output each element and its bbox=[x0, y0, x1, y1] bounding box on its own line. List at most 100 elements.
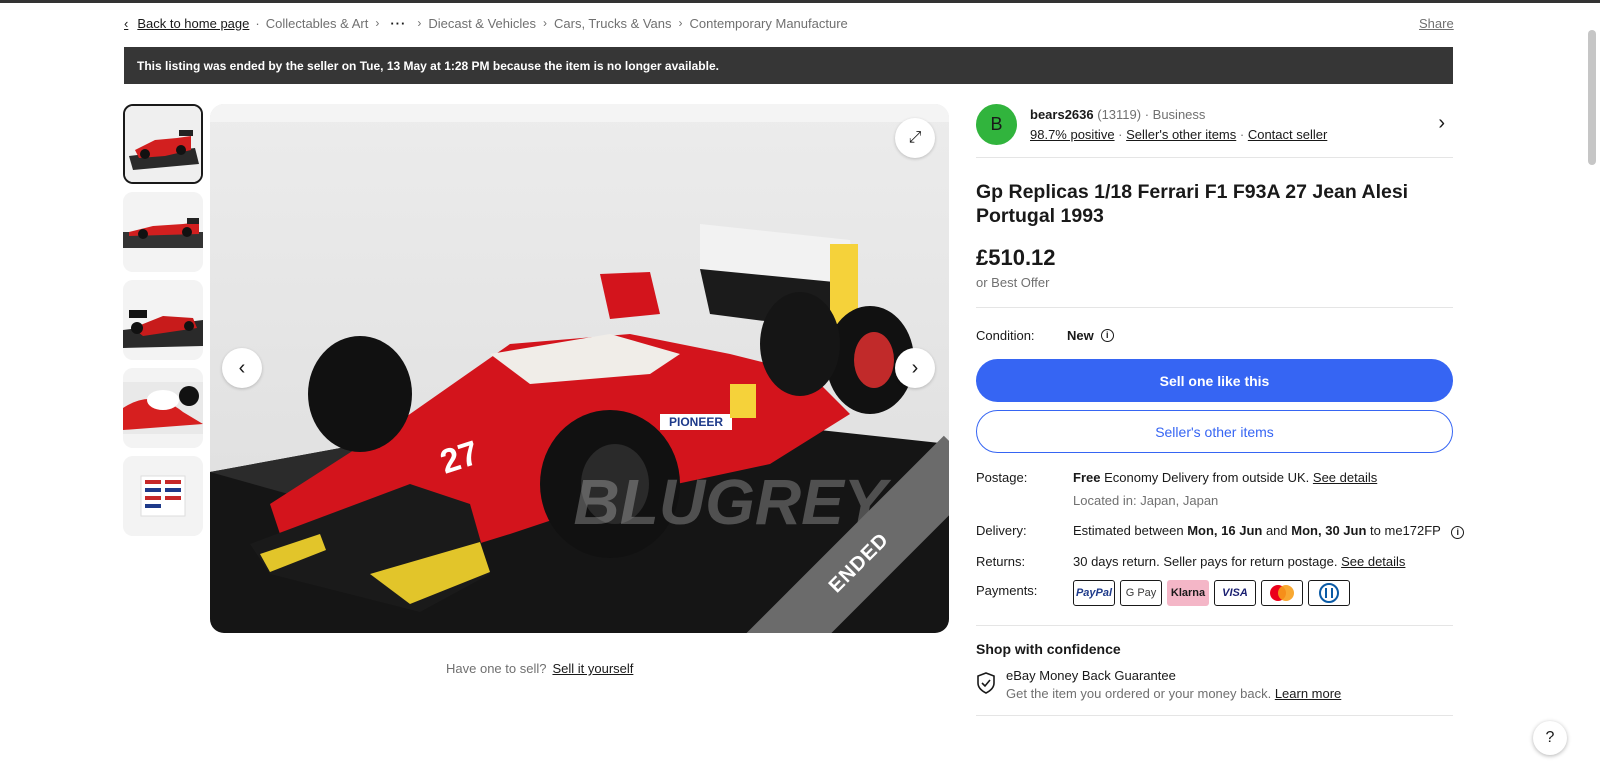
back-to-home-link[interactable]: ‹ Back to home page bbox=[124, 16, 249, 31]
returns-text: 30 days return. Seller pays for return p… bbox=[1073, 554, 1338, 569]
seller-info: bears2636 (13119) · Business bbox=[1030, 107, 1205, 122]
expand-image-button[interactable]: ⤢ bbox=[895, 118, 935, 158]
seller-type: · Business bbox=[1144, 107, 1206, 122]
postage-text: Economy Delivery from outside UK. bbox=[1104, 470, 1310, 485]
delivery-date-start: Mon, 16 Jun bbox=[1187, 523, 1263, 538]
previous-image-button[interactable]: ‹ bbox=[222, 348, 262, 388]
breadcrumb-item-diecast[interactable]: Diecast & Vehicles bbox=[428, 16, 536, 31]
thumbnail-3[interactable] bbox=[123, 280, 203, 360]
info-icon[interactable]: i bbox=[1451, 525, 1465, 539]
listing-ended-banner: This listing was ended by the seller on … bbox=[124, 47, 1453, 84]
learn-more-link[interactable]: Learn more bbox=[1275, 686, 1341, 701]
chevron-right-icon[interactable]: › bbox=[1438, 112, 1445, 135]
condition-label: Condition: bbox=[976, 327, 1035, 343]
watermark-text: BLUGREY bbox=[574, 466, 892, 538]
next-image-button[interactable]: › bbox=[895, 348, 935, 388]
separator-dot: · bbox=[255, 15, 260, 31]
shop-with-confidence-title: Shop with confidence bbox=[976, 641, 1121, 657]
condition-row: Condition: New i bbox=[976, 325, 1453, 345]
thumbnail-5[interactable] bbox=[123, 456, 203, 536]
sell-one-like-this-button[interactable]: Sell one like this bbox=[976, 359, 1453, 402]
scrollbar-thumb[interactable] bbox=[1588, 30, 1596, 165]
thumbnail-4[interactable] bbox=[123, 368, 203, 448]
svg-text:PIONEER: PIONEER bbox=[669, 415, 723, 429]
sell-prompt-text: Have one to sell? bbox=[446, 661, 547, 676]
delivery-label: Delivery: bbox=[976, 523, 1027, 538]
car-thumbnail-image bbox=[123, 368, 203, 448]
main-image-gallery[interactable]: PIONEER 27 BLUGREY ‹ › ⤢ ENDED bbox=[210, 104, 949, 633]
item-location: Located in: Japan, Japan bbox=[1073, 493, 1219, 508]
divider bbox=[976, 715, 1453, 716]
info-icon[interactable]: i bbox=[1100, 328, 1114, 342]
guarantee-text: Get the item you ordered or your money b… bbox=[1006, 686, 1272, 701]
car-thumbnail-image bbox=[125, 106, 201, 182]
help-button[interactable]: ? bbox=[1533, 721, 1567, 755]
returns-see-details-link[interactable]: See details bbox=[1341, 554, 1405, 569]
delivery-prefix: Estimated between bbox=[1073, 523, 1184, 538]
postage-free: Free bbox=[1073, 470, 1101, 485]
item-price: £510.12 bbox=[976, 245, 1056, 270]
delivery-postcode: to me172FP bbox=[1370, 523, 1441, 538]
seller-other-items-link[interactable]: Seller's other items bbox=[1126, 127, 1236, 142]
delivery-and: and bbox=[1265, 523, 1288, 538]
sell-it-yourself-link[interactable]: Sell it yourself bbox=[552, 661, 633, 676]
back-to-home-label[interactable]: Back to home page bbox=[137, 16, 249, 31]
divider bbox=[976, 625, 1453, 626]
delivery-date-end: Mon, 30 Jun bbox=[1291, 523, 1367, 538]
thumbnail-2[interactable] bbox=[123, 192, 203, 272]
sellers-other-items-button[interactable]: Seller's other items bbox=[976, 410, 1453, 453]
returns-row: Returns: 30 days return. Seller pays for… bbox=[976, 554, 1453, 583]
postage-value: Free Economy Delivery from outside UK. S… bbox=[1073, 470, 1377, 485]
breadcrumb-item-cars[interactable]: Cars, Trucks & Vans bbox=[554, 16, 672, 31]
chevron-right-icon: › bbox=[417, 16, 422, 30]
breadcrumb-more-button[interactable]: ··· bbox=[390, 16, 406, 31]
breadcrumb: ‹ Back to home page · Collectables & Art… bbox=[124, 14, 848, 32]
item-details-panel: B bears2636 (13119) · Business 98.7% pos… bbox=[976, 104, 1465, 716]
shield-check-icon bbox=[977, 672, 995, 694]
returns-value: 30 days return. Seller pays for return p… bbox=[1073, 554, 1405, 569]
mastercard-icon bbox=[1261, 580, 1303, 606]
divider bbox=[976, 307, 1453, 308]
positive-feedback-link[interactable]: 98.7% positive bbox=[1030, 127, 1115, 142]
best-offer-text: or Best Offer bbox=[976, 275, 1050, 290]
delivery-value: Estimated between Mon, 16 Jun and Mon, 3… bbox=[1073, 523, 1465, 539]
share-link[interactable]: Share bbox=[1419, 16, 1454, 31]
postage-label: Postage: bbox=[976, 470, 1028, 485]
guarantee-text-row: Get the item you ordered or your money b… bbox=[1006, 686, 1341, 701]
klarna-icon: Klarna bbox=[1167, 580, 1209, 606]
breadcrumb-item-contemporary[interactable]: Contemporary Manufacture bbox=[690, 16, 848, 31]
item-title: Gp Replicas 1/18 Ferrari F1 F93A 27 Jean… bbox=[976, 181, 1409, 227]
decal-sheet-thumbnail bbox=[123, 456, 203, 536]
postage-row: Postage: Free Economy Delivery from outs… bbox=[976, 470, 1453, 516]
diners-club-icon bbox=[1308, 580, 1350, 606]
guarantee-title: eBay Money Back Guarantee bbox=[1006, 668, 1176, 683]
breadcrumb-item-collectables[interactable]: Collectables & Art bbox=[266, 16, 369, 31]
car-thumbnail-image bbox=[123, 280, 203, 360]
feedback-count: (13119) bbox=[1097, 107, 1142, 122]
chevron-right-icon: › bbox=[375, 16, 380, 30]
car-thumbnail-image bbox=[123, 192, 203, 272]
google-pay-icon: G Pay bbox=[1120, 580, 1162, 606]
chevron-left-icon: ‹ bbox=[124, 15, 129, 31]
avatar[interactable]: B bbox=[976, 104, 1017, 145]
seller-name[interactable]: bears2636 bbox=[1030, 107, 1094, 122]
returns-label: Returns: bbox=[976, 554, 1026, 569]
payments-row: Payments: PayPal G Pay Klarna VISA bbox=[976, 580, 1453, 621]
condition-value: New bbox=[1067, 327, 1094, 343]
delivery-row: Delivery: Estimated between Mon, 16 Jun … bbox=[976, 523, 1465, 554]
thumbnail-1[interactable] bbox=[123, 104, 203, 184]
chevron-left-icon: ‹ bbox=[238, 356, 246, 379]
seller-card[interactable]: B bears2636 (13119) · Business 98.7% pos… bbox=[976, 104, 1453, 158]
chevron-right-icon: › bbox=[911, 356, 919, 379]
chevron-right-icon: › bbox=[678, 16, 683, 30]
visa-icon: VISA bbox=[1214, 580, 1256, 606]
postage-see-details-link[interactable]: See details bbox=[1313, 470, 1377, 485]
money-back-guarantee: eBay Money Back Guarantee Get the item y… bbox=[976, 668, 1453, 701]
payments-label: Payments: bbox=[976, 583, 1038, 598]
contact-seller-link[interactable]: Contact seller bbox=[1248, 127, 1327, 142]
chevron-right-icon: › bbox=[543, 16, 547, 30]
banner-text: This listing was ended by the seller on … bbox=[137, 58, 719, 73]
top-border bbox=[0, 0, 1600, 3]
payment-methods: PayPal G Pay Klarna VISA bbox=[1073, 580, 1350, 606]
thumbnail-list bbox=[123, 104, 203, 544]
